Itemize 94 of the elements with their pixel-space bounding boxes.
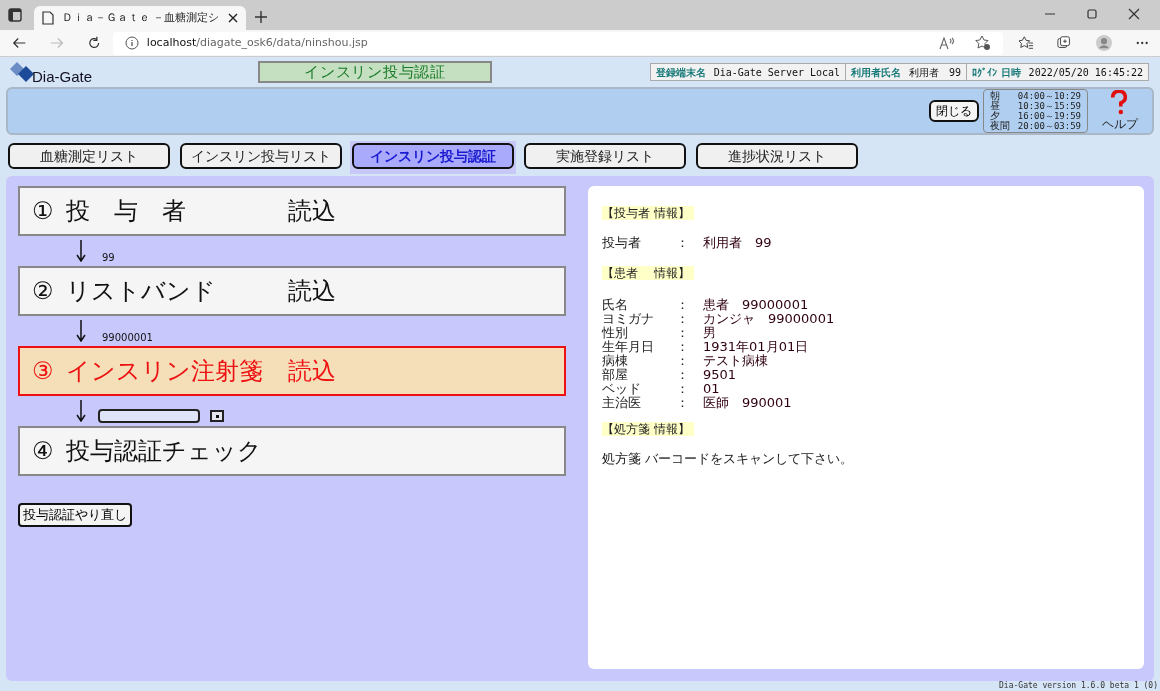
field-value: 医師 990001 (703, 396, 792, 410)
step-number: ① (32, 196, 54, 227)
step-title: 投 与 者 (65, 196, 187, 227)
field-value: テスト病棟 (703, 354, 768, 368)
step-result: 99000001 (102, 330, 153, 345)
step-action: 読込 (287, 196, 336, 227)
favorite-add-icon[interactable] (975, 35, 992, 51)
page-title: インスリン投与認証 (258, 61, 492, 83)
url-text: localhost/diagate_osk6/data/ninshou.jsp (146, 34, 368, 51)
down-arrow-icon (76, 240, 86, 262)
info-value: Dia-Gate Server Local (713, 65, 841, 80)
shift-name: 夜間 (989, 121, 1010, 131)
step-number: ④ (32, 436, 54, 467)
section-heading: 【患者 情報】 (602, 266, 694, 280)
separator: ： (676, 382, 690, 396)
step-result: 99 (102, 250, 115, 265)
logo-text: Dia-Gate (32, 66, 93, 87)
reload-icon[interactable] (88, 36, 101, 50)
separator: ： (676, 326, 690, 340)
separator: ： (676, 354, 690, 368)
separator: ： (676, 340, 690, 354)
collections-icon[interactable] (1057, 35, 1072, 51)
shift-name: 昼 (989, 101, 1001, 111)
nav-tab[interactable]: インスリン投与リスト (180, 143, 342, 169)
field-value: 1931年01月01日 (703, 340, 809, 354)
maximize-icon[interactable] (1086, 8, 1098, 20)
info-value: 2022/05/20 16:45:22 (1028, 65, 1143, 80)
nav-tab[interactable]: 血糖測定リスト (8, 143, 170, 169)
step-action: 読込 (287, 356, 336, 387)
step-number: ③ (32, 356, 54, 387)
read-aloud-icon[interactable] (939, 36, 956, 50)
info-icon[interactable] (124, 36, 139, 50)
version-text: Dia-Gate version 1.6.0 beta 1 (0) (999, 681, 1158, 691)
info-label: 利用者氏名 (851, 65, 902, 80)
more-icon[interactable] (1135, 41, 1148, 45)
field-label: 部屋 (602, 368, 629, 382)
info-value: 利用者 99 (909, 65, 962, 80)
browser-tab[interactable]: Ｄｉａ－Ｇａｔｅ －血糖測定シ (34, 6, 246, 30)
field-value: 利用者 99 (703, 236, 772, 250)
field-label: 氏名 (602, 298, 629, 312)
nav-tab[interactable]: インスリン投与認証 (352, 143, 514, 169)
section-heading: 【投与者 情報】 (602, 206, 694, 220)
tab-actions-icon[interactable] (8, 8, 22, 22)
profile-icon[interactable] (1095, 34, 1112, 52)
address-field[interactable]: localhost/diagate_osk6/data/ninshou.jsp (112, 31, 1004, 55)
shift-name: 朝 (989, 91, 1001, 101)
step-title: インスリン注射箋 (65, 356, 264, 387)
section-heading: 【処方箋 情報】 (602, 422, 694, 436)
new-tab-icon[interactable] (253, 10, 268, 24)
favorites-icon[interactable] (1019, 35, 1034, 51)
step-title: リストバンド (65, 276, 217, 307)
back-icon[interactable] (12, 36, 27, 50)
barcode-input[interactable] (98, 409, 200, 423)
step-action: 読込 (287, 276, 336, 307)
separator: ： (676, 396, 690, 410)
shift-time: 20:00～03:59 (1017, 121, 1081, 131)
separator: ： (676, 368, 690, 382)
field-label: 性別 (602, 326, 629, 340)
field-value: 01 (703, 382, 720, 396)
field-value: カンジャ 99000001 (703, 312, 835, 326)
field-value: 男 (703, 326, 716, 340)
scan-message: 処方箋 バーコードをスキャンして下さい。 (602, 452, 855, 466)
reset-button[interactable]: 投与認証やり直し (18, 503, 132, 527)
info-label: ﾛｸﾞｲﾝ 日時 (972, 65, 1021, 80)
close-icon[interactable] (227, 13, 238, 23)
field-label: 生年月日 (602, 340, 655, 354)
field-label: 病棟 (602, 354, 629, 368)
tab-title: Ｄｉａ－Ｇａｔｅ －血糖測定シ (62, 9, 220, 26)
nav-tab[interactable]: 実施登録リスト (524, 143, 686, 169)
field-value: 患者 99000001 (703, 298, 809, 312)
separator: ： (676, 236, 690, 250)
step-title: 投与認証チェック (65, 436, 263, 467)
nav-tab[interactable]: 進捗状況リスト (696, 143, 858, 169)
field-label: ベッド (602, 382, 642, 396)
field-label: ヨミガナ (602, 312, 655, 326)
shift-name: 夕 (989, 111, 1000, 121)
down-arrow-icon (76, 400, 86, 422)
field-label: 投与者 (602, 236, 642, 250)
down-arrow-icon (76, 320, 86, 342)
separator: ： (676, 298, 690, 312)
help-button[interactable]: ヘルプ (1102, 90, 1138, 132)
field-label: 主治医 (602, 396, 642, 410)
close-button[interactable]: 閉じる (928, 100, 979, 122)
shift-time: 16:00～19:59 (1017, 111, 1081, 121)
info-label: 登録端末名 (655, 65, 706, 80)
shift-time: 10:30～15:59 (1017, 101, 1081, 111)
close-icon[interactable] (1128, 8, 1140, 20)
question-mark-icon[interactable] (1110, 90, 1128, 116)
page-icon[interactable] (42, 11, 54, 25)
scan-button[interactable] (210, 410, 224, 422)
shift-time: 04:00～10:29 (1017, 91, 1081, 101)
step-number: ② (32, 276, 54, 307)
field-value: 9501 (703, 368, 737, 382)
separator: ： (676, 312, 690, 326)
